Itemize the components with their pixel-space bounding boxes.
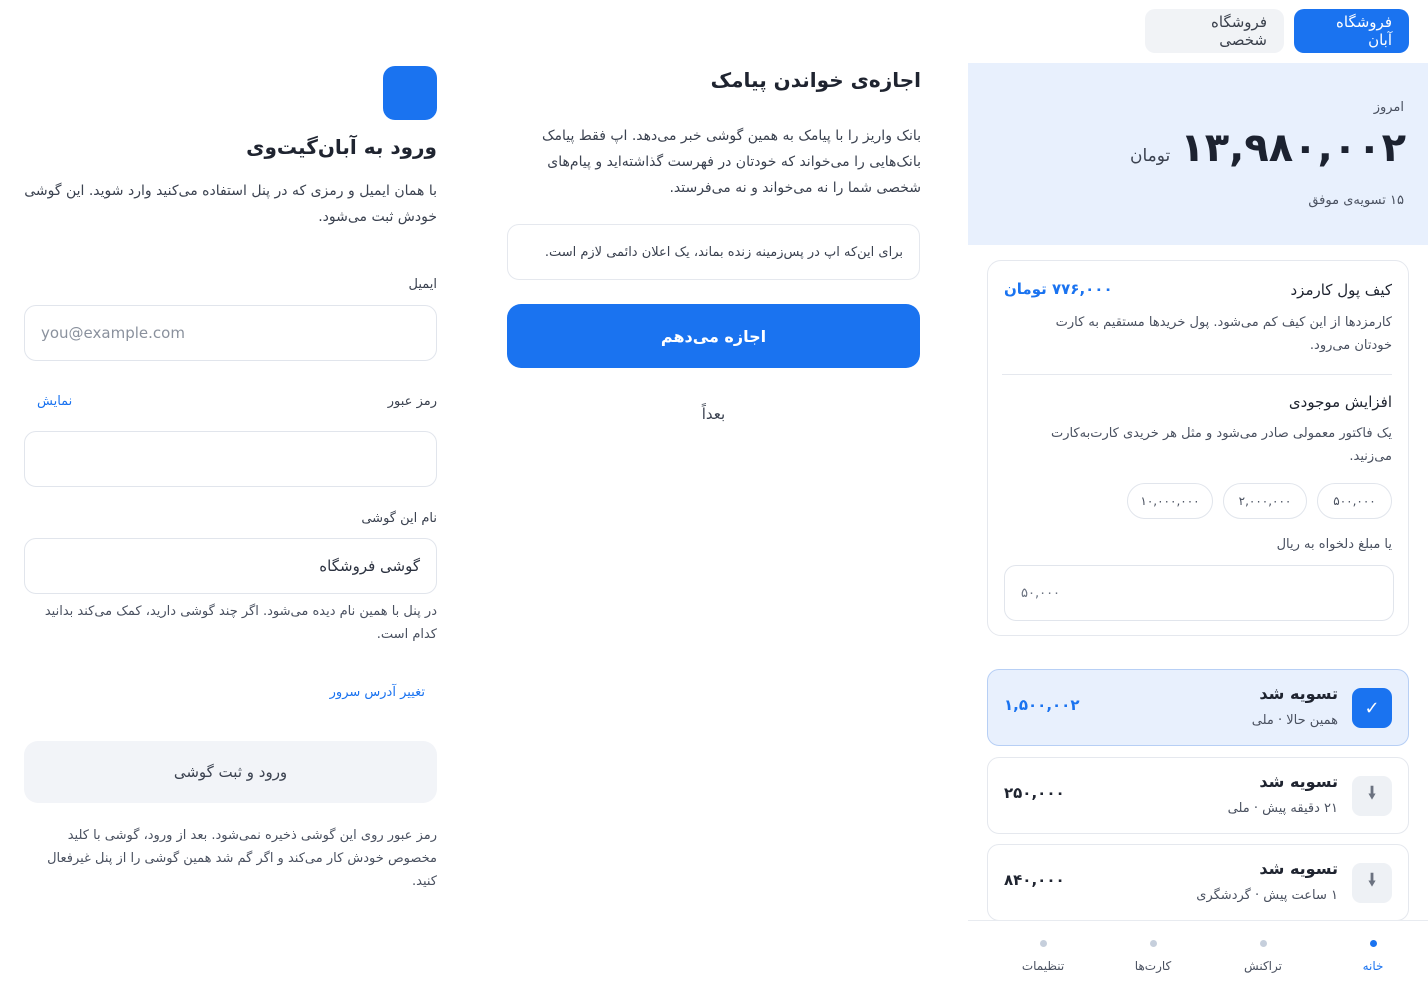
sms-permission-title: اجازه‌ی خواندن پیامک (710, 68, 921, 92)
sms-permission-screen: اجازه‌ی خواندن پیامک بانک واریز را با پی… (507, 0, 921, 996)
sms-permission-description: بانک واریز را با پیامک به همین گوشی خبر … (541, 128, 921, 196)
login-submit-button[interactable]: ورود و ثبت گوشی (24, 741, 437, 803)
wallet-description: کارمزدها از این کیف کم می‌شود. پول خریده… (1055, 315, 1392, 353)
check-icon: ✓ (1352, 688, 1392, 728)
transaction-subtitle: همین حالا · ملی (1251, 713, 1338, 728)
preset-chip[interactable]: ۵۰۰,۰۰۰ (1317, 483, 1392, 519)
nav-dot-icon (1149, 940, 1157, 947)
fee-wallet-card: کیف پول کارمزد ۷۷۶,۰۰۰ تومان کارمزدها از… (987, 260, 1409, 636)
home-screen: فروشگاه آبان فروشگاه شخصی امروز ۱۳,۹۸۰,۰… (968, 0, 1428, 996)
background-notice: برای این‌که اپ در پس‌زمینه زنده بماند، ی… (507, 224, 920, 280)
transaction-item[interactable]: 🠛 تسویه شد ۲۱ دقیقه پیش · ملی ۲۵۰,۰۰۰ (987, 757, 1409, 834)
device-name-label: نام این گوشی (361, 511, 437, 526)
summary-amount-value: ۱۳,۹۸۰,۰۰۲ (1180, 125, 1406, 171)
preset-chip[interactable]: ۱۰,۰۰۰,۰۰۰ (1127, 483, 1213, 519)
transaction-subtitle: ۱ ساعت پیش · گردشگری (1196, 888, 1338, 903)
nav-label: کارت‌ها (1134, 959, 1172, 973)
password-field[interactable] (24, 431, 437, 487)
nav-cards[interactable]: کارت‌ها (1098, 921, 1208, 996)
transaction-item[interactable]: 🠛 تسویه شد ۱ ساعت پیش · گردشگری ۸۴۰,۰۰۰ (987, 844, 1409, 921)
topup-presets: ۵۰۰,۰۰۰ ۲,۰۰۰,۰۰۰ ۱۰,۰۰۰,۰۰۰ (1127, 483, 1392, 519)
nav-home[interactable]: خانه (1318, 921, 1428, 996)
transaction-title: تسویه شد (1259, 684, 1338, 703)
bottom-nav: خانه تراکنش کارت‌ها تنظیمات (968, 920, 1428, 996)
password-label: رمز عبور (387, 394, 437, 409)
transaction-amount: ۲۵۰,۰۰۰ (1004, 784, 1065, 802)
wallet-title: کیف پول کارمزد (1290, 281, 1393, 299)
transaction-amount: ۱,۵۰۰,۰۰۲ (1004, 696, 1080, 714)
transaction-subtitle: ۲۱ دقیقه پیش · ملی (1227, 801, 1338, 816)
device-name-hint: در پنل با همین نام دیده می‌شود. اگر چند … (44, 604, 437, 642)
change-server-link[interactable]: تغییر آدرس سرور (330, 685, 425, 700)
email-field[interactable]: you@example.com (24, 305, 437, 361)
later-button[interactable]: بعداً (507, 405, 920, 423)
summary-amount: ۱۳,۹۸۰,۰۰۲ تومان (1130, 125, 1406, 171)
download-icon: 🠛 (1352, 863, 1392, 903)
login-screen: ورود به آبان‌گیت‌وی با همان ایمیل و رمزی… (24, 0, 437, 996)
tab-store-aban[interactable]: فروشگاه آبان (1294, 9, 1409, 53)
allow-button[interactable]: اجازه می‌دهم (507, 304, 920, 368)
wallet-balance: ۷۷۶,۰۰۰ تومان (1004, 280, 1113, 298)
login-footnote: رمز عبور روی این گوشی ذخیره نمی‌شود. بعد… (47, 828, 437, 889)
transaction-item[interactable]: ✓ تسویه شد همین حالا · ملی ۱,۵۰۰,۰۰۲ (987, 669, 1409, 746)
transaction-amount: ۸۴۰,۰۰۰ (1004, 871, 1065, 889)
nav-label: تنظیمات (1021, 959, 1065, 973)
custom-amount-label: یا مبلغ دلخواه به ریال (1276, 537, 1392, 552)
login-description: با همان ایمیل و رمزی که در پنل استفاده م… (24, 183, 437, 225)
show-password-button[interactable]: نمایش (37, 394, 72, 409)
nav-transactions[interactable]: تراکنش (1208, 921, 1318, 996)
summary-label: امروز (1373, 100, 1404, 115)
download-icon: 🠛 (1352, 776, 1392, 816)
preset-chip[interactable]: ۲,۰۰۰,۰۰۰ (1223, 483, 1307, 519)
tab-store-personal[interactable]: فروشگاه شخصی (1145, 9, 1284, 53)
summary-currency: تومان (1130, 146, 1171, 166)
topup-title: افزایش موجودی (1288, 393, 1392, 411)
nav-dot-icon (1259, 940, 1267, 947)
store-tabs: فروشگاه آبان فروشگاه شخصی (1145, 9, 1409, 53)
summary-count: ۱۵ تسویه‌ی موفق (1308, 193, 1404, 208)
nav-label: خانه (1362, 959, 1384, 973)
topup-description: یک فاکتور معمولی صادر می‌شود و مثل هر خر… (1050, 426, 1392, 464)
transaction-title: تسویه شد (1259, 859, 1338, 878)
wallet-divider (1002, 374, 1392, 375)
custom-amount-input[interactable]: ۵۰,۰۰۰ (1004, 565, 1394, 621)
transaction-title: تسویه شد (1259, 772, 1338, 791)
login-title: ورود به آبان‌گیت‌وی (246, 135, 437, 159)
nav-dot-icon (1039, 940, 1047, 947)
app-logo (383, 66, 437, 120)
email-label: ایمیل (408, 277, 437, 292)
device-name-field[interactable]: گوشی فروشگاه (24, 538, 437, 594)
daily-summary: امروز ۱۳,۹۸۰,۰۰۲ تومان ۱۵ تسویه‌ی موفق (968, 63, 1428, 245)
nav-label: تراکنش (1244, 959, 1282, 973)
nav-dot-icon (1369, 940, 1377, 947)
nav-settings[interactable]: تنظیمات (988, 921, 1098, 996)
